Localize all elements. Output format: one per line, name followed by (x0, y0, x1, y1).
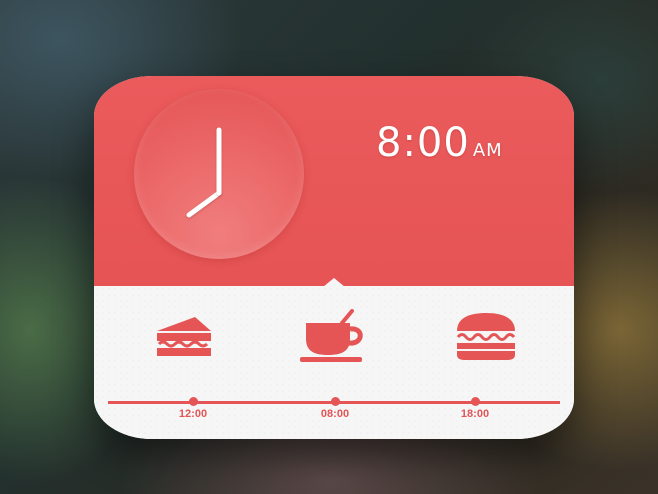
timeline-marker-noon[interactable] (189, 397, 198, 406)
meal-sandwich-button[interactable] (152, 306, 216, 366)
timeline-marker-evening[interactable] (471, 397, 480, 406)
alarm-widget-card: 8:00 AM 12:00 08:00 18:00 (94, 76, 574, 439)
coffee-cup-icon (300, 309, 363, 362)
timeline-label-noon: 12:00 (178, 408, 208, 420)
selection-notch (323, 278, 345, 287)
hour-hand (186, 190, 222, 218)
time-value: 8:00 (376, 120, 470, 166)
meal-coffee-button[interactable] (298, 306, 370, 366)
timeline-label-evening: 18:00 (460, 408, 490, 420)
analog-clock (134, 89, 304, 259)
burger-icon (456, 313, 516, 360)
timeline-marker-morning[interactable] (331, 397, 340, 406)
digital-time: 8:00 AM (376, 120, 503, 166)
meal-burger-button[interactable] (454, 306, 518, 366)
clock-hands (186, 127, 222, 218)
sandwich-icon (157, 317, 211, 356)
timeline-label-morning: 08:00 (320, 408, 350, 420)
time-ampm: AM (472, 140, 503, 161)
